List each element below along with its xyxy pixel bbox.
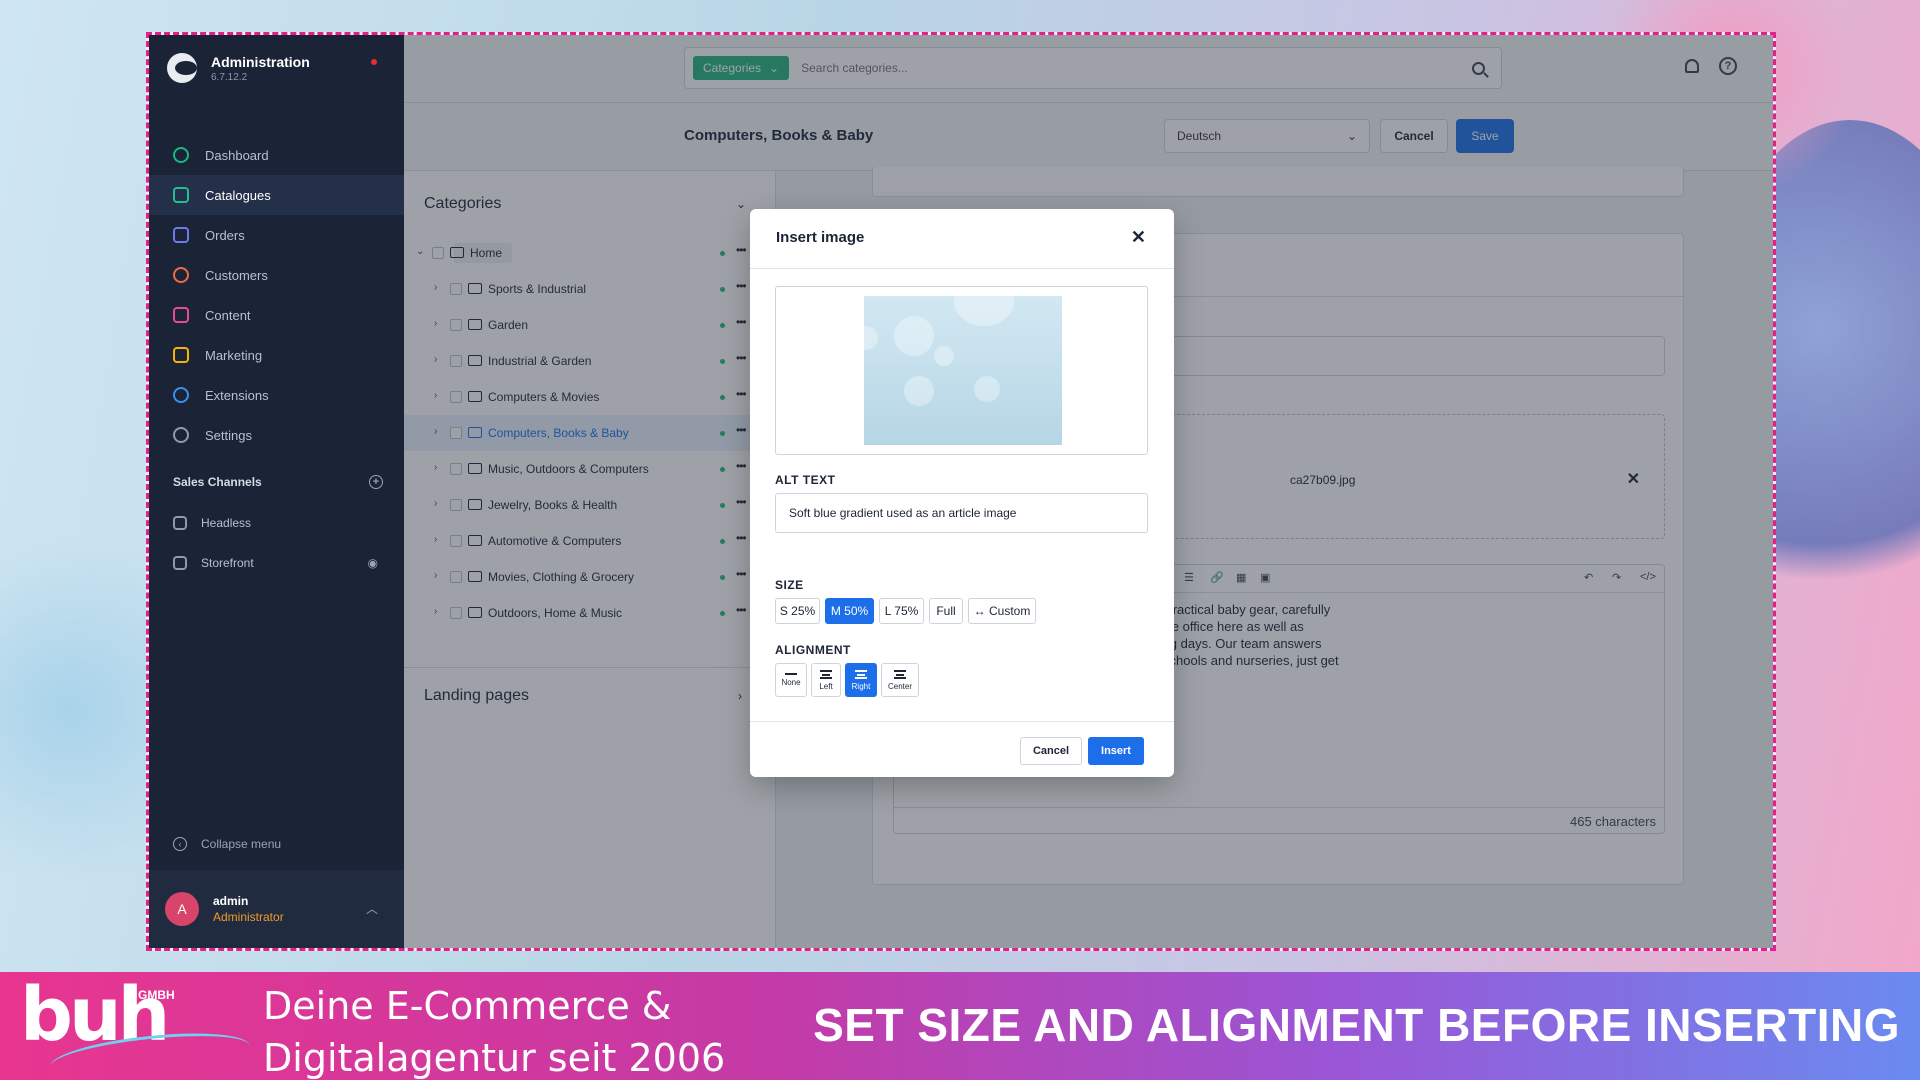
sidebar-item-catalogues[interactable]: Catalogues	[149, 175, 404, 215]
sidebar: Administration 6.7.12.2 Dashboard Catalo…	[149, 35, 404, 948]
preview-image	[864, 296, 1062, 445]
headline: SET SIZE AND ALIGNMENT BEFORE INSERTING	[813, 999, 1900, 1051]
extensions-icon	[173, 387, 189, 403]
app-version: 6.7.12.2	[211, 71, 248, 83]
logo-gmbh: GMBH	[138, 988, 175, 1002]
sidebar-item-customers[interactable]: Customers	[149, 255, 404, 295]
tagline: Deine E-Commerce & Digitalagentur seit 2…	[263, 984, 726, 1080]
main-nav: Dashboard Catalogues Orders Customers Co…	[149, 135, 404, 455]
sales-channel-list: Headless Storefront ◉	[149, 503, 404, 583]
app-logo-icon	[167, 53, 197, 83]
promo-banner: buh GMBH Deine E-Commerce & Digitalagent…	[0, 972, 1920, 1080]
alt-text-label: ALT TEXT	[775, 473, 836, 487]
app-window: Administration 6.7.12.2 Dashboard Catalo…	[146, 32, 1776, 951]
avatar: A	[165, 892, 199, 926]
dashboard-icon	[173, 147, 189, 163]
size-large-button[interactable]: L 75%	[879, 598, 924, 624]
align-center-icon	[894, 669, 906, 679]
insert-button[interactable]: Insert	[1088, 737, 1144, 765]
headless-icon	[173, 516, 187, 530]
align-left-icon	[820, 669, 832, 679]
size-label: SIZE	[775, 578, 804, 592]
align-left-button[interactable]: Left	[811, 663, 841, 697]
collapse-menu[interactable]: ‹ Collapse menu	[173, 837, 281, 851]
size-medium-button[interactable]: M 50%	[825, 598, 874, 624]
eye-icon[interactable]: ◉	[368, 556, 378, 570]
add-sales-channel-icon[interactable]: +	[369, 475, 383, 489]
alignment-label: ALIGNMENT	[775, 643, 851, 657]
sidebar-item-marketing[interactable]: Marketing	[149, 335, 404, 375]
align-center-button[interactable]: Center	[881, 663, 919, 697]
user-role: Administrator	[213, 910, 284, 924]
sidebar-item-content[interactable]: Content	[149, 295, 404, 335]
content-icon	[173, 307, 189, 323]
image-preview	[775, 286, 1148, 455]
chevron-up-icon: ︿	[365, 902, 378, 916]
customers-icon	[173, 267, 189, 283]
sidebar-item-orders[interactable]: Orders	[149, 215, 404, 255]
sidebar-item-dashboard[interactable]: Dashboard	[149, 135, 404, 175]
sales-channels-header: Sales Channels +	[173, 475, 383, 489]
dialog-cancel-button[interactable]: Cancel	[1020, 737, 1082, 765]
align-right-icon	[855, 669, 867, 679]
sales-channel-storefront[interactable]: Storefront ◉	[149, 543, 404, 583]
insert-image-dialog: Insert image ✕ ALT TEXT SIZE S 25% M 50%…	[750, 209, 1174, 777]
sidebar-item-settings[interactable]: Settings	[149, 415, 404, 455]
align-none-button[interactable]: None	[775, 663, 807, 697]
user-name: admin	[213, 894, 249, 908]
company-logo: buh GMBH	[20, 978, 252, 1080]
storefront-icon	[173, 556, 187, 570]
dialog-title: Insert image	[776, 229, 865, 246]
brand[interactable]: Administration 6.7.12.2	[167, 53, 310, 83]
orders-icon	[173, 227, 189, 243]
status-dot	[371, 59, 377, 65]
settings-icon	[173, 427, 189, 443]
alt-text-input[interactable]	[775, 493, 1148, 533]
close-icon[interactable]: ✕	[1131, 227, 1146, 248]
sidebar-item-extensions[interactable]: Extensions	[149, 375, 404, 415]
user-menu[interactable]: A admin Administrator ︿	[149, 870, 404, 948]
marketing-icon	[173, 347, 189, 363]
sales-channel-headless[interactable]: Headless	[149, 503, 404, 543]
chevron-left-icon: ‹	[173, 837, 187, 851]
size-full-button[interactable]: Full	[929, 598, 963, 624]
size-custom-button[interactable]: ↔ Custom	[968, 598, 1036, 624]
catalogue-icon	[173, 187, 189, 203]
app-name: Administration	[211, 53, 310, 70]
align-none-icon	[785, 673, 797, 675]
size-small-button[interactable]: S 25%	[775, 598, 820, 624]
align-right-button[interactable]: Right	[845, 663, 877, 697]
